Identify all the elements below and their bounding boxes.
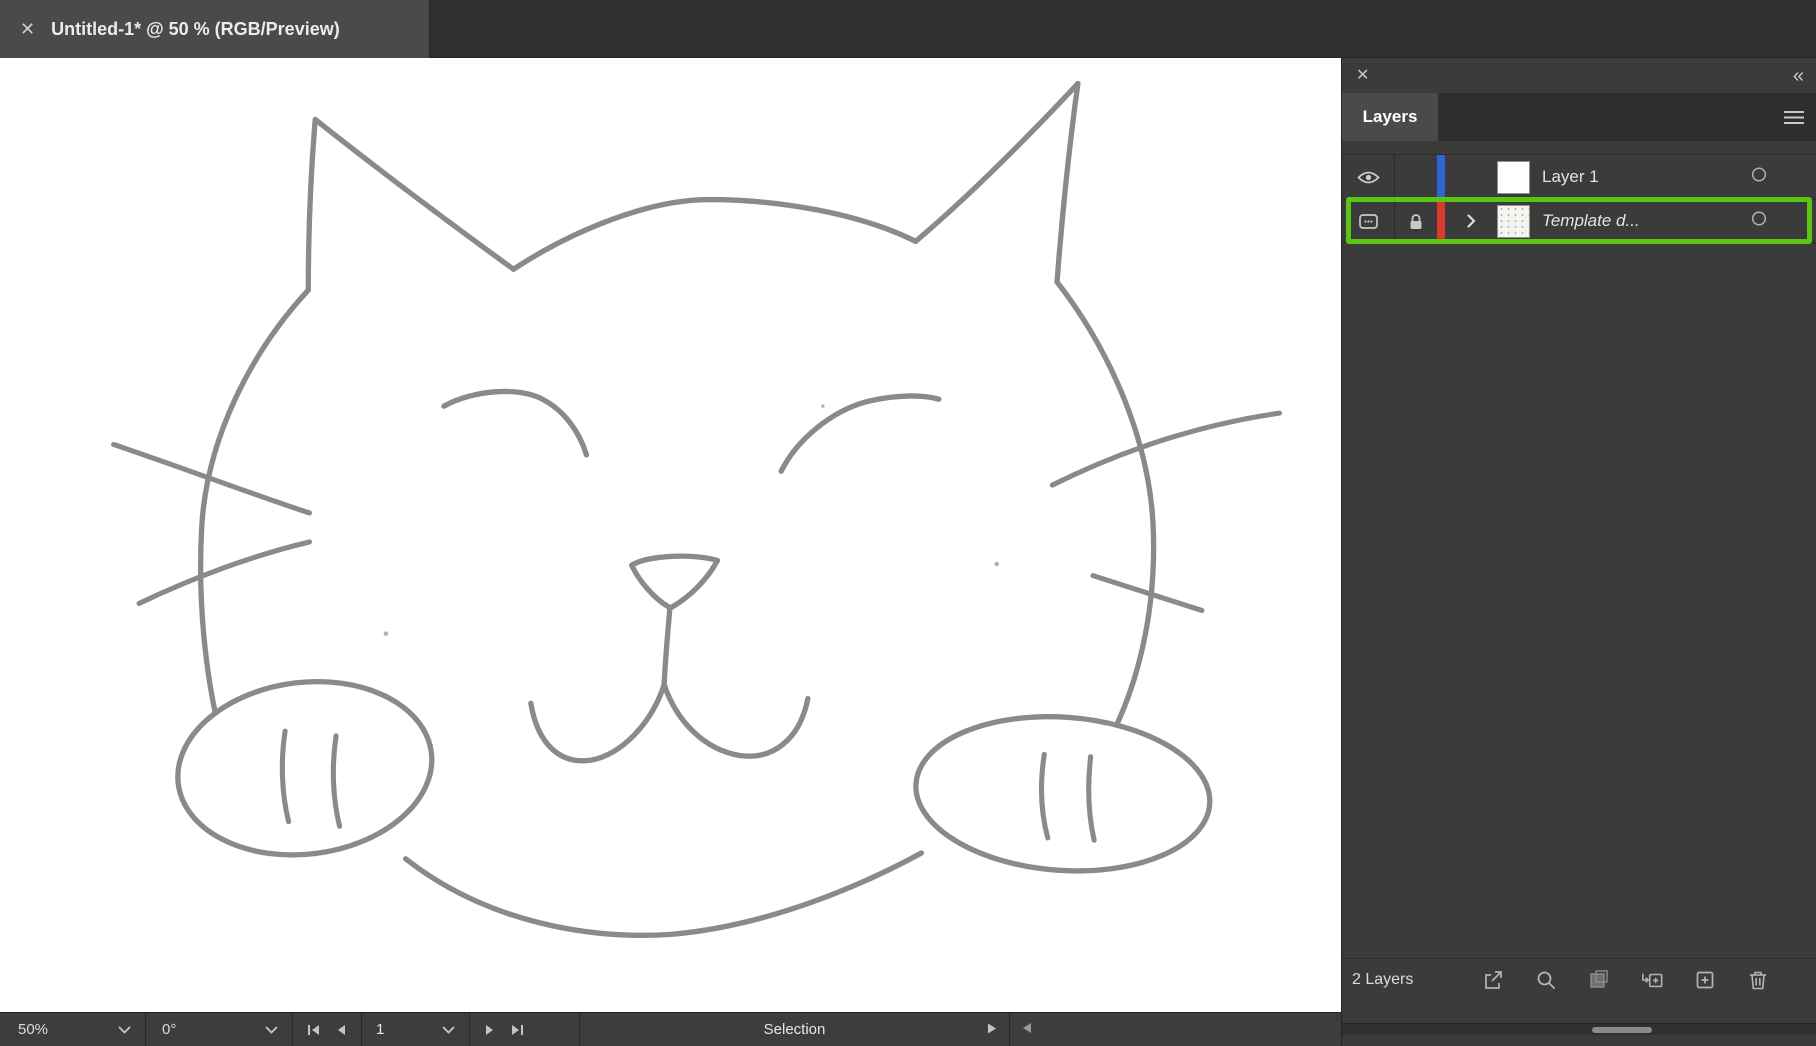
scroll-left-icon[interactable] [1022, 1021, 1032, 1038]
canvas-horizontal-scrollbar[interactable] [1010, 1013, 1341, 1046]
artboard-navigation: 1 [293, 1013, 580, 1046]
lock-icon [1410, 213, 1422, 229]
zoom-dropdown-icon[interactable] [118, 1026, 131, 1034]
lock-toggle[interactable] [1395, 155, 1437, 199]
visibility-toggle[interactable] [1342, 155, 1395, 199]
status-menu-arrow-icon[interactable] [987, 1021, 997, 1038]
document-title: Untitled-1* @ 50 % (RGB/Preview) [51, 18, 340, 39]
layer-count-label: 2 Layers [1352, 970, 1414, 988]
delete-layer-icon[interactable] [1747, 969, 1769, 991]
tab-layers[interactable]: Layers [1342, 93, 1438, 141]
layer-color-stripe [1437, 200, 1445, 242]
panel-close-icon[interactable]: ✕ [1356, 67, 1369, 84]
layer-name[interactable]: Layer 1 [1542, 167, 1599, 187]
layer-row-template[interactable]: Template d... [1342, 200, 1816, 243]
eye-icon [1356, 171, 1380, 183]
locate-object-icon[interactable] [1535, 969, 1557, 991]
artboard-canvas[interactable] [0, 58, 1341, 1012]
expand-toggle[interactable] [1445, 200, 1497, 242]
tool-status-section: Selection [580, 1013, 1010, 1046]
illustrator-window: ✕ Untitled-1* @ 50 % (RGB/Preview) ✕ « L… [0, 0, 1816, 1046]
layer-color-stripe [1437, 155, 1445, 199]
expand-cell [1445, 155, 1497, 199]
status-bar: 50% 0° 1 Selection [0, 1012, 1341, 1046]
previous-artboard-icon[interactable] [335, 1024, 347, 1036]
template-toggle[interactable] [1342, 200, 1395, 242]
artboard-number: 1 [376, 1021, 385, 1038]
zoom-control[interactable]: 50% [0, 1013, 146, 1046]
chevron-right-icon [1466, 214, 1475, 228]
document-tab-bar: ✕ Untitled-1* @ 50 % (RGB/Preview) [0, 0, 1816, 58]
collapse-panel-icon[interactable]: « [1793, 66, 1804, 86]
layer-thumbnail[interactable] [1497, 160, 1530, 194]
new-layer-icon[interactable] [1694, 969, 1716, 991]
sketch-specks [383, 404, 1000, 636]
panel-top-bar: ✕ « [1342, 58, 1816, 93]
layers-panel: ✕ « Layers Layer 1 Template d... 2 Layer… [1341, 58, 1816, 1046]
rotation-value: 0° [162, 1021, 177, 1038]
layer-row-layer-1[interactable]: Layer 1 [1342, 155, 1816, 200]
last-artboard-icon[interactable] [510, 1024, 524, 1036]
rotation-control[interactable]: 0° [146, 1013, 293, 1046]
layers-panel-footer: 2 Layers [1342, 958, 1816, 1000]
panel-menu-icon[interactable] [1784, 93, 1804, 141]
tool-status: Selection [763, 1021, 826, 1038]
target-circle-icon[interactable] [1751, 211, 1767, 232]
collect-export-icon[interactable] [1482, 969, 1504, 991]
cat-face-features [441, 388, 942, 764]
clipping-mask-icon[interactable] [1588, 969, 1610, 991]
panel-horizontal-scrollbar[interactable] [1342, 1023, 1816, 1035]
first-artboard-icon[interactable] [307, 1024, 321, 1036]
lock-toggle[interactable] [1395, 200, 1437, 242]
tab-close-icon[interactable]: ✕ [20, 20, 35, 38]
new-sublayer-icon[interactable] [1641, 969, 1663, 991]
zoom-level: 50% [18, 1021, 49, 1038]
cat-paws [175, 678, 1213, 874]
next-artboard-icon[interactable] [484, 1024, 496, 1036]
layer-name[interactable]: Template d... [1542, 211, 1640, 231]
rotation-dropdown-icon[interactable] [265, 1026, 278, 1034]
cat-sketch-drawing [111, 80, 1283, 938]
document-tab[interactable]: ✕ Untitled-1* @ 50 % (RGB/Preview) [0, 0, 430, 58]
scrollbar-thumb[interactable] [1592, 1027, 1652, 1033]
layers-list: Layer 1 Template d... [1342, 154, 1816, 243]
panel-tab-row: Layers [1342, 93, 1816, 141]
layer-thumbnail[interactable] [1497, 204, 1530, 238]
artboard-dropdown-icon[interactable] [442, 1021, 455, 1038]
artboard-number-field[interactable]: 1 [361, 1013, 470, 1046]
cat-whiskers [111, 410, 1283, 613]
template-layer-icon [1358, 213, 1378, 229]
target-circle-icon[interactable] [1751, 167, 1767, 188]
